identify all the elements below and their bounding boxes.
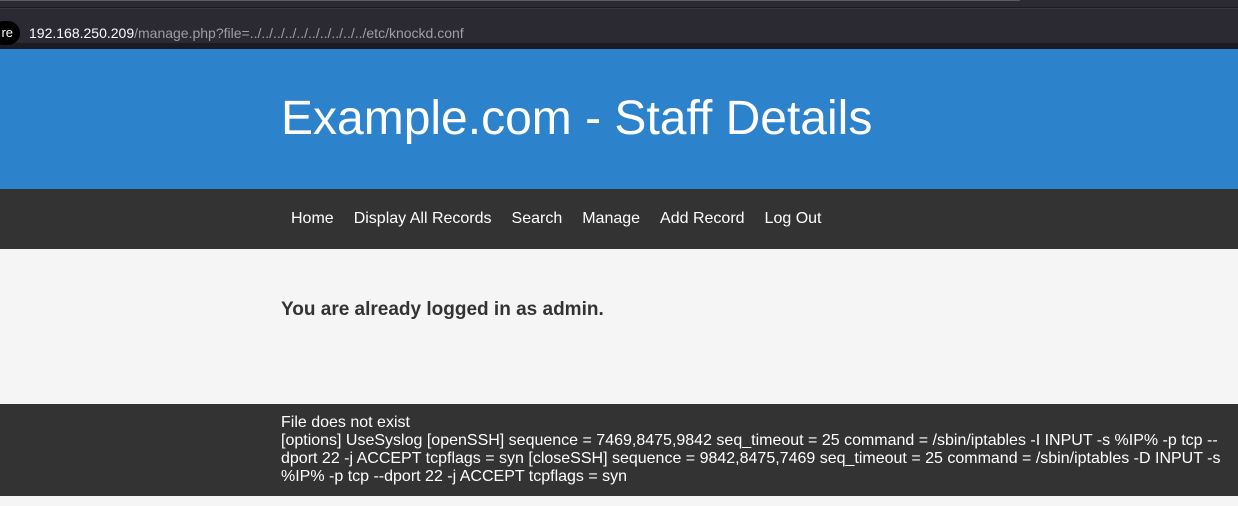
file-contents-text: [options] UseSyslog [openSSH] sequence =… — [281, 432, 1221, 485]
main-content: You are already logged in as admin. — [0, 249, 1238, 404]
site-header: Example.com - Staff Details — [0, 49, 1238, 189]
page-title: Example.com - Staff Details — [281, 92, 873, 145]
browser-toolbar: re 192.168.250.209/manage.php?file=../..… — [0, 0, 1238, 49]
url-host: 192.168.250.209 — [29, 25, 135, 41]
nav-list: Home Display All Records Search Manage A… — [281, 189, 831, 249]
url-path: /manage.php?file=../../../../../../../..… — [134, 25, 464, 41]
nav-item-add-record[interactable]: Add Record — [650, 189, 755, 249]
footer-output: File does not exist [options] UseSyslog … — [281, 414, 1225, 486]
nav-item-display-all-records[interactable]: Display All Records — [344, 189, 502, 249]
login-status-message: You are already logged in as admin. — [281, 299, 604, 320]
tab-strip — [0, 0, 1238, 7]
site-identity-chip[interactable]: re — [0, 21, 20, 45]
nav-item-search[interactable]: Search — [502, 189, 573, 249]
page-bottom — [0, 496, 1238, 506]
tab-edge — [0, 0, 1020, 1]
footer: File does not exist [options] UseSyslog … — [0, 404, 1238, 496]
address-bar[interactable]: re 192.168.250.209/manage.php?file=../..… — [0, 8, 1238, 45]
site-identity-label: re — [1, 25, 13, 40]
nav-item-manage[interactable]: Manage — [572, 189, 650, 249]
nav-item-home[interactable]: Home — [281, 189, 344, 249]
main-nav: Home Display All Records Search Manage A… — [0, 189, 1238, 249]
url-text[interactable]: 192.168.250.209/manage.php?file=../../..… — [29, 24, 464, 42]
nav-item-log-out[interactable]: Log Out — [755, 189, 832, 249]
file-status-text: File does not exist — [281, 414, 410, 431]
